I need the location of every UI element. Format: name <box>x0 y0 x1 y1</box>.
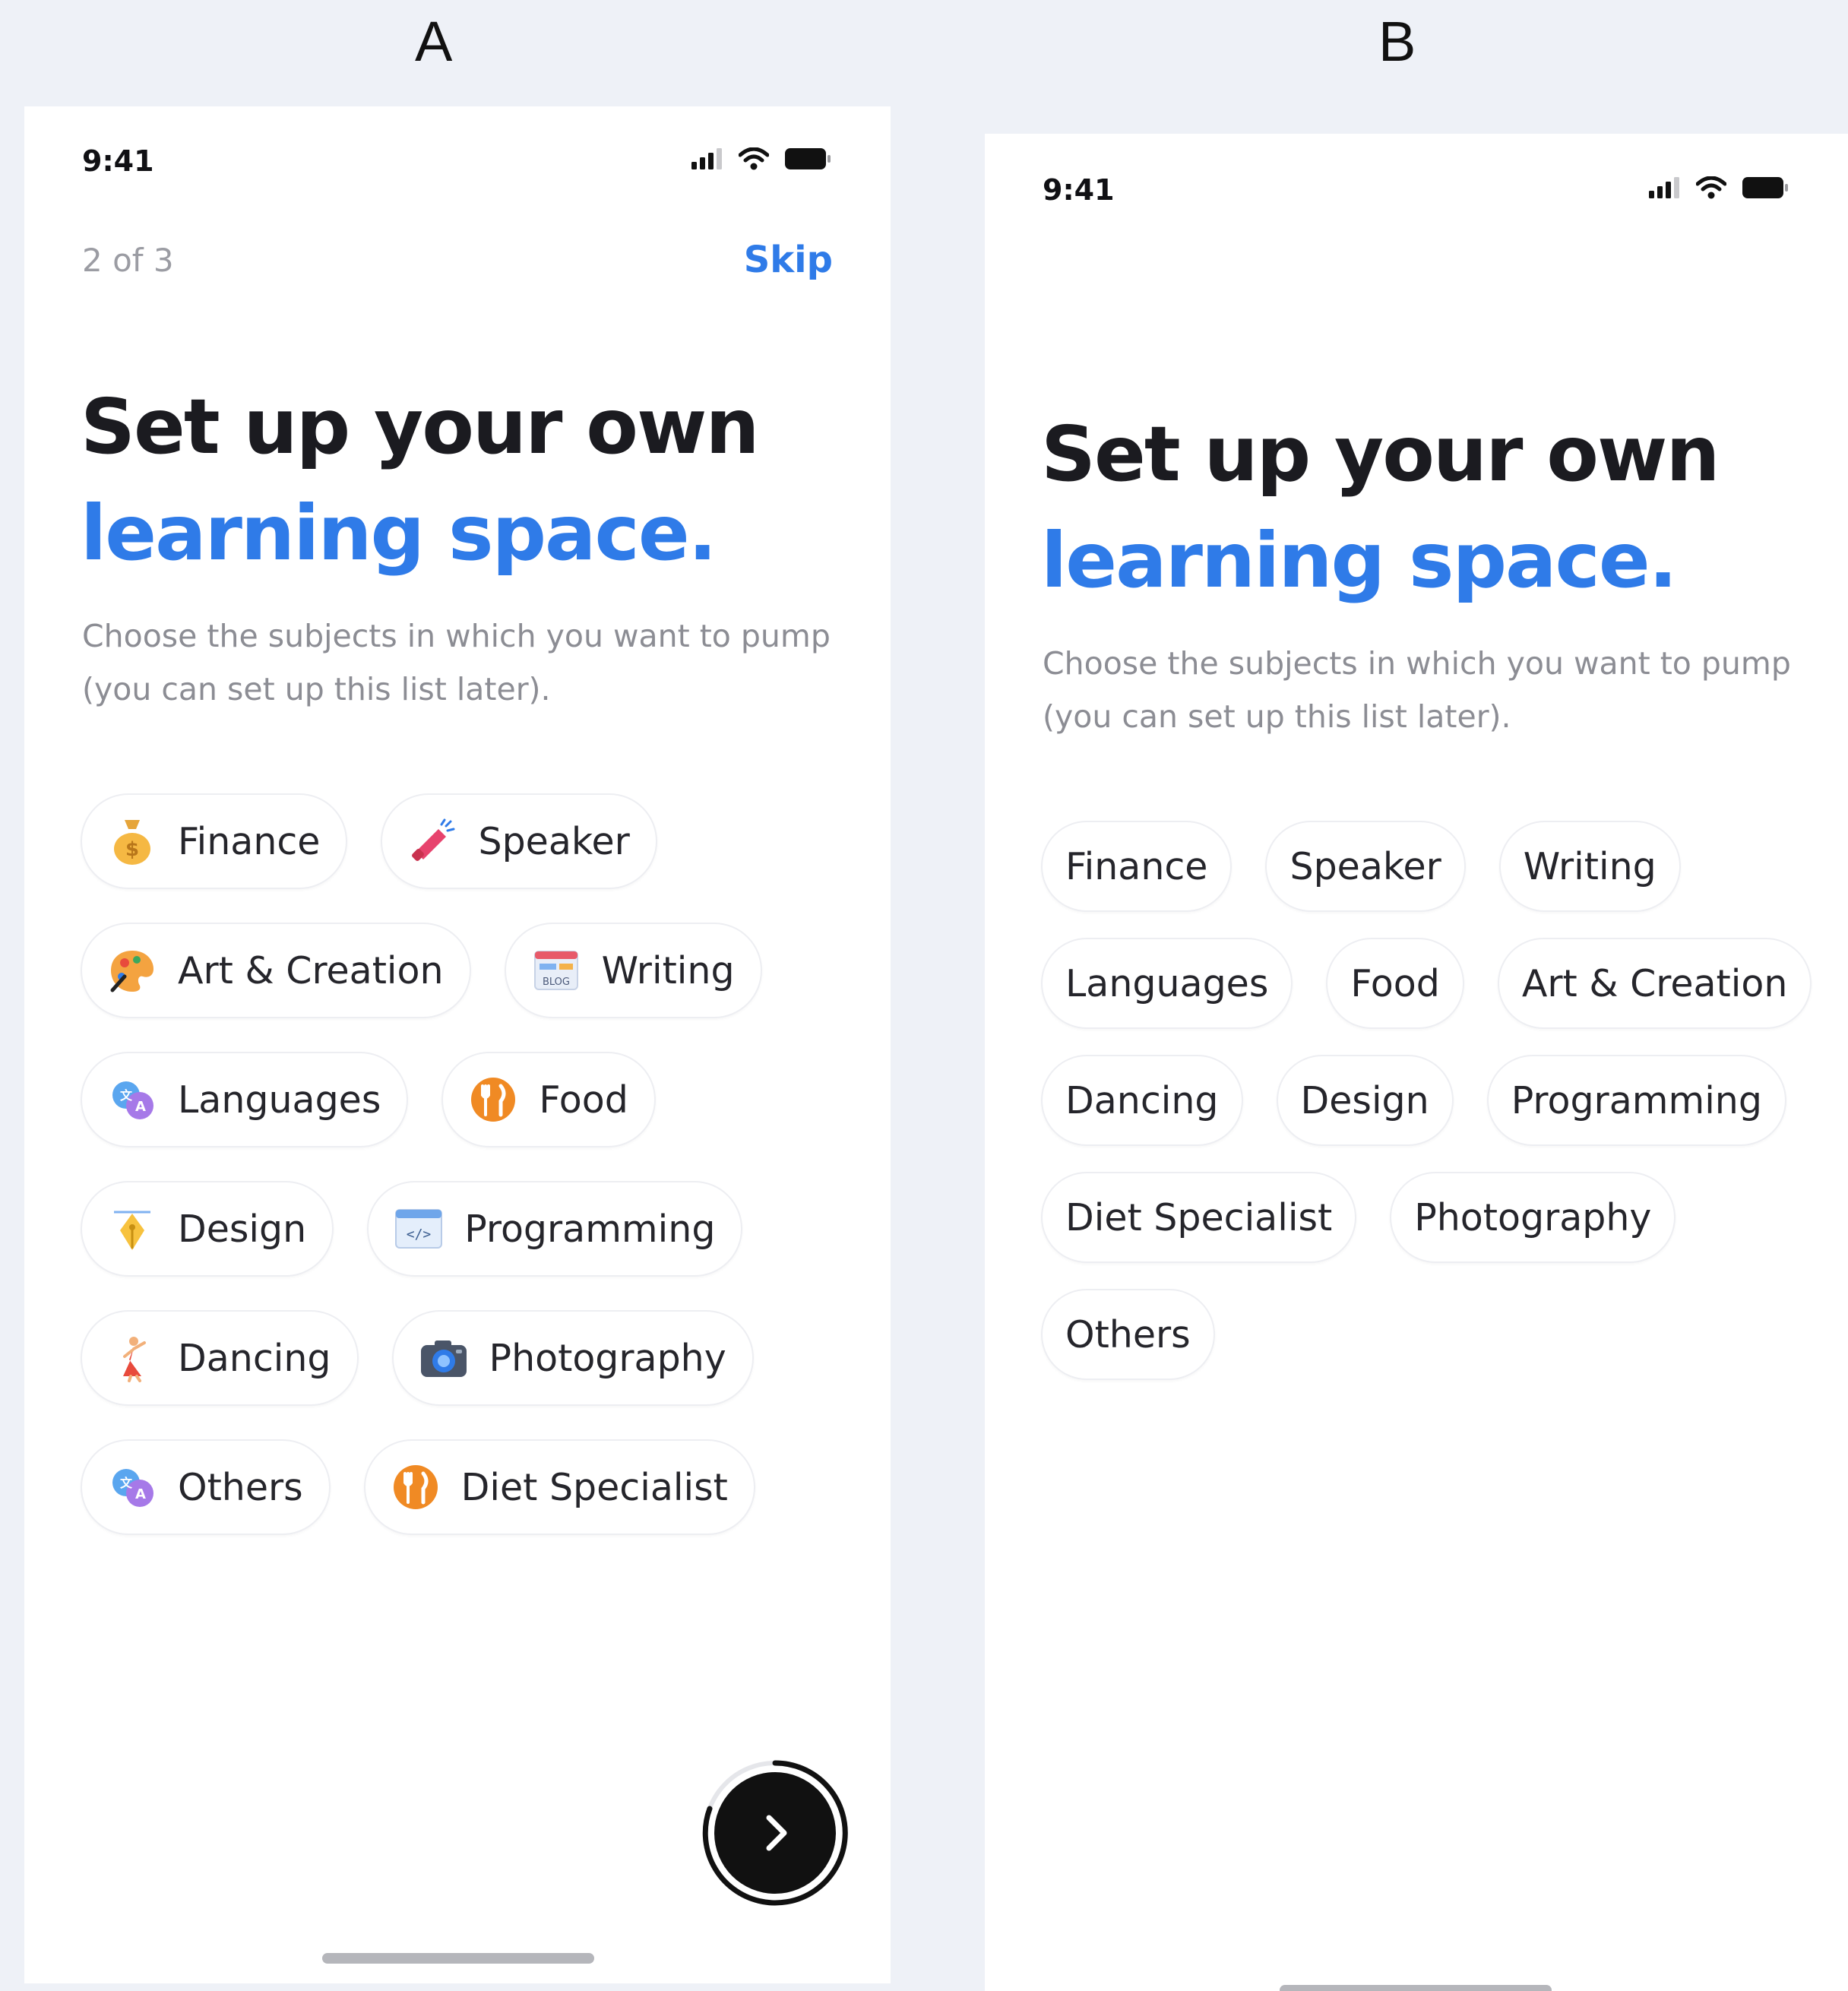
next-button[interactable] <box>699 1757 851 1909</box>
chip-label: Photography <box>489 1336 726 1380</box>
chip-label: Photography <box>1414 1195 1652 1239</box>
signal-icon <box>1649 177 1681 201</box>
title-line-2: learning space. <box>1041 516 1678 605</box>
chip-photography[interactable]: Photography <box>1390 1172 1676 1263</box>
translate-icon: 文A <box>108 1463 157 1511</box>
chip-label: Speaker <box>1289 844 1441 888</box>
wifi-icon <box>1695 176 1727 202</box>
phone-screen-b: 9:41 Set up your own learning space. Cho… <box>985 134 1848 1991</box>
chip-label: Programming <box>1511 1078 1762 1122</box>
palette-icon <box>108 946 157 995</box>
chip-dancing[interactable]: Dancing <box>1041 1055 1243 1146</box>
camera-icon <box>419 1334 468 1382</box>
chip-diet-specialist[interactable]: Diet Specialist <box>363 1439 755 1535</box>
svg-text:BLOG: BLOG <box>543 977 570 988</box>
chip-label: Art & Creation <box>1521 961 1788 1005</box>
chip-programming[interactable]: </> Programming <box>367 1181 743 1277</box>
fork-knife-icon <box>391 1463 440 1511</box>
svg-text:文: 文 <box>120 1476 133 1490</box>
phone-screen-a: 9:41 2 of 3 Skip Set up your own learnin… <box>24 106 891 1983</box>
title-line-1: Set up your own <box>1041 410 1720 499</box>
chip-food[interactable]: Food <box>441 1052 656 1147</box>
chip-label: Finance <box>1065 844 1208 888</box>
home-indicator <box>322 1953 594 1964</box>
home-indicator <box>1280 1985 1552 1991</box>
chip-languages[interactable]: Languages <box>1041 938 1293 1029</box>
svg-text:文: 文 <box>120 1088 133 1103</box>
chip-others[interactable]: 文A Others <box>81 1439 331 1535</box>
chip-design[interactable]: Design <box>81 1181 334 1277</box>
chip-art-creation[interactable]: Art & Creation <box>81 923 471 1018</box>
svg-text:A: A <box>135 1099 146 1115</box>
chip-label: Writing <box>1523 844 1657 888</box>
variant-label-b: B <box>1378 10 1416 73</box>
chip-others[interactable]: Others <box>1041 1289 1215 1380</box>
chip-label: Food <box>1350 961 1440 1005</box>
chip-speaker[interactable]: Speaker <box>381 793 657 889</box>
chip-label: Dancing <box>178 1336 331 1380</box>
chip-design[interactable]: Design <box>1276 1055 1454 1146</box>
money-bag-icon: $ <box>108 817 157 866</box>
variant-label-a: A <box>415 10 453 73</box>
page-subtitle: Choose the subjects in which you want to… <box>82 618 831 707</box>
status-time: 9:41 <box>1043 173 1115 207</box>
status-bar: 9:41 <box>985 160 1848 220</box>
chip-label: Art & Creation <box>178 948 444 992</box>
chip-programming[interactable]: Programming <box>1486 1055 1786 1146</box>
pen-nib-icon <box>108 1204 157 1253</box>
chip-diet-specialist[interactable]: Diet Specialist <box>1041 1172 1357 1263</box>
translate-icon: 文A <box>108 1075 157 1124</box>
chip-photography[interactable]: Photography <box>391 1310 754 1406</box>
battery-icon <box>784 147 831 173</box>
code-window-icon: </> <box>394 1204 443 1253</box>
chip-label: Finance <box>178 819 321 863</box>
chip-label: Design <box>1300 1078 1429 1122</box>
chip-label: Programming <box>464 1207 716 1251</box>
chip-finance[interactable]: $ Finance <box>81 793 348 889</box>
chip-label: Languages <box>178 1078 381 1122</box>
blog-icon: BLOG <box>532 946 581 995</box>
chip-label: Food <box>539 1078 628 1122</box>
dancer-icon <box>108 1334 157 1382</box>
subject-chip-list: Finance Speaker Writing Languages Food A… <box>1041 821 1812 1406</box>
chip-label: Others <box>1065 1312 1191 1356</box>
svg-text:A: A <box>135 1486 146 1502</box>
chip-finance[interactable]: Finance <box>1041 821 1233 912</box>
chip-dancing[interactable]: Dancing <box>81 1310 359 1406</box>
chip-label: Design <box>178 1207 307 1251</box>
wifi-icon <box>738 147 770 173</box>
status-time: 9:41 <box>82 144 154 178</box>
svg-text:$: $ <box>125 838 139 861</box>
chip-writing[interactable]: BLOG Writing <box>504 923 762 1018</box>
chip-label: Writing <box>601 948 735 992</box>
chip-label: Diet Specialist <box>460 1465 728 1509</box>
chip-writing[interactable]: Writing <box>1498 821 1681 912</box>
status-bar: 9:41 <box>24 131 891 192</box>
skip-button[interactable]: Skip <box>744 239 833 281</box>
title-line-2: learning space. <box>81 489 717 578</box>
chip-label: Diet Specialist <box>1065 1195 1333 1239</box>
chip-languages[interactable]: 文A Languages <box>81 1052 409 1147</box>
page-subtitle: Choose the subjects in which you want to… <box>1043 645 1791 735</box>
battery-icon <box>1742 176 1789 202</box>
svg-text:</>: </> <box>407 1227 432 1242</box>
page-title: Set up your own learning space. <box>1041 401 1720 614</box>
fork-knife-icon <box>469 1075 517 1124</box>
chip-label: Speaker <box>478 819 630 863</box>
title-line-1: Set up your own <box>81 382 760 471</box>
chip-food[interactable]: Food <box>1326 938 1464 1029</box>
chip-label: Others <box>178 1465 303 1509</box>
page-title: Set up your own learning space. <box>81 374 760 587</box>
subject-chip-list: $ Finance Speaker Art & Creation BLOG Wr… <box>81 793 762 1568</box>
signal-icon <box>691 148 723 173</box>
chip-speaker[interactable]: Speaker <box>1265 821 1466 912</box>
chip-label: Dancing <box>1065 1078 1219 1122</box>
chip-label: Languages <box>1065 961 1269 1005</box>
chip-art-creation[interactable]: Art & Creation <box>1497 938 1812 1029</box>
megaphone-icon <box>408 817 457 866</box>
onboarding-progress: 2 of 3 <box>82 242 174 279</box>
